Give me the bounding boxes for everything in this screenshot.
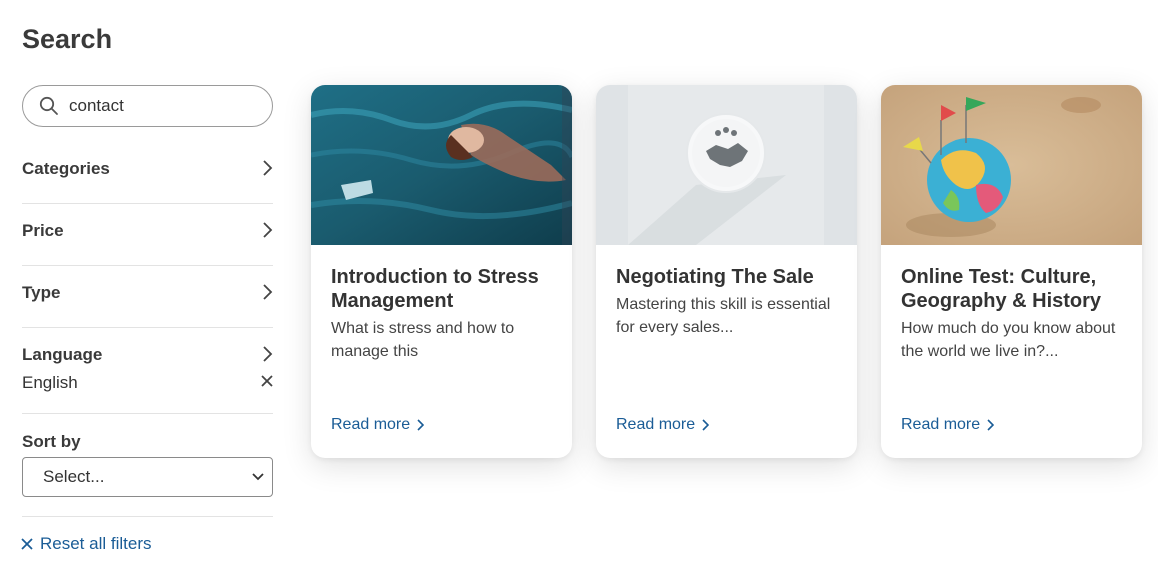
chevron-right-icon: [702, 419, 710, 431]
reset-filters-link[interactable]: Reset all filters: [21, 534, 151, 554]
read-more-link[interactable]: Read more: [616, 416, 710, 434]
card-title[interactable]: Online Test: Culture, Geography & Histor…: [901, 265, 1122, 313]
read-more-label: Read more: [331, 416, 411, 433]
filter-label: Language: [22, 345, 103, 364]
card-description: Mastering this skill is essential for ev…: [616, 296, 831, 336]
filter-label: Categories: [22, 159, 110, 178]
chevron-right-icon: [987, 419, 995, 431]
read-more-label: Read more: [616, 416, 696, 433]
filter-categories[interactable]: Categories: [22, 159, 273, 179]
search-field[interactable]: [22, 85, 273, 127]
search-input[interactable]: [69, 96, 249, 116]
card-description: What is stress and how to manage this: [331, 320, 515, 360]
chevron-right-icon: [417, 419, 425, 431]
filter-price[interactable]: Price: [22, 221, 273, 241]
card-image-woman-floating: [311, 85, 572, 245]
sort-label: Sort by: [22, 432, 81, 451]
course-card[interactable]: Negotiating The Sale Mastering this skil…: [596, 85, 857, 458]
chevron-right-icon: [263, 222, 273, 238]
sort-select[interactable]: Select...: [22, 457, 273, 497]
chevron-right-icon: [263, 160, 273, 176]
filter-language[interactable]: Language English: [22, 345, 273, 393]
read-more-link[interactable]: Read more: [331, 416, 425, 434]
card-title[interactable]: Negotiating The Sale: [616, 265, 837, 289]
card-image-globe: [881, 85, 1142, 245]
course-card[interactable]: Online Test: Culture, Geography & Histor…: [881, 85, 1142, 458]
read-more-link[interactable]: Read more: [901, 416, 995, 434]
reset-label: Reset all filters: [40, 534, 152, 553]
divider: [22, 413, 273, 414]
filter-type[interactable]: Type: [22, 283, 273, 303]
chevron-down-icon: [252, 473, 264, 481]
chevron-right-icon: [263, 284, 273, 300]
card-description: How much do you know about the world we …: [901, 320, 1116, 360]
sort-selected-value: Select...: [43, 467, 105, 486]
filter-label: Price: [22, 221, 64, 240]
search-icon: [39, 96, 58, 115]
divider: [22, 327, 273, 328]
close-icon: [21, 538, 33, 550]
divider: [22, 203, 273, 204]
divider: [22, 265, 273, 266]
filter-label: Type: [22, 283, 61, 302]
language-selected-value: English: [22, 373, 78, 392]
card-image-handshake: [596, 85, 857, 245]
close-icon[interactable]: [261, 375, 273, 387]
course-card[interactable]: Introduction to Stress Management What i…: [311, 85, 572, 458]
page-title: Search: [22, 24, 113, 54]
read-more-label: Read more: [901, 416, 981, 433]
chevron-right-icon: [263, 346, 273, 362]
card-title[interactable]: Introduction to Stress Management: [331, 265, 552, 313]
divider: [22, 516, 273, 517]
